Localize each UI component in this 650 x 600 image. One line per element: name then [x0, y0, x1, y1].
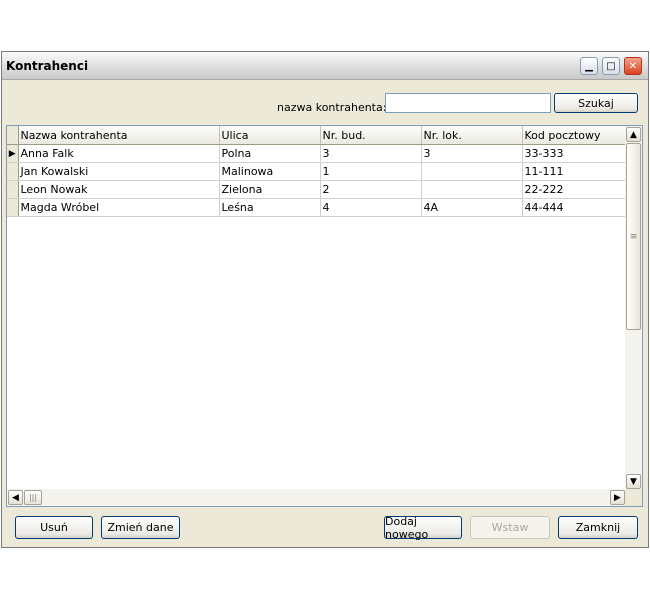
cell-ulica[interactable]: Zielona — [219, 180, 321, 199]
search-button[interactable]: Szukaj — [554, 93, 638, 113]
cell-nazwa[interactable]: Leon Nowak — [18, 180, 220, 199]
cell-kod-pocztowy[interactable]: 11-111 — [522, 162, 626, 181]
cell-nazwa[interactable]: Jan Kowalski — [18, 162, 220, 181]
column-header[interactable]: Ulica — [219, 126, 321, 145]
cell-ulica[interactable]: Polna — [219, 144, 321, 163]
cell-nr-lok[interactable]: 3 — [421, 144, 523, 163]
cell-kod-pocztowy[interactable]: 44-444 — [522, 198, 626, 217]
window-title: Kontrahenci — [6, 59, 89, 73]
cell-nr-lok[interactable] — [421, 180, 523, 199]
cell-nazwa[interactable]: Magda Wróbel — [18, 198, 220, 217]
vertical-scroll-thumb[interactable]: ≡ — [626, 143, 641, 330]
scroll-up-icon[interactable]: ▲ — [626, 127, 641, 142]
cell-ulica[interactable]: Malinowa — [219, 162, 321, 181]
table-row[interactable]: Jan Kowalski Malinowa 1 11-111 — [7, 162, 626, 181]
cell-nr-bud[interactable]: 1 — [320, 162, 422, 181]
minimize-icon[interactable]: ▁ — [580, 57, 598, 75]
kontrahenci-window: Kontrahenci ▁ □ ✕ nazwa kontrahenta: Szu… — [1, 51, 649, 548]
vertical-scrollbar[interactable]: ▲ ≡ ▼ — [625, 126, 642, 490]
row-header[interactable] — [7, 198, 19, 217]
scrollbar-corner — [625, 489, 642, 506]
current-row-indicator-icon[interactable]: ▶ — [7, 144, 19, 163]
column-header[interactable]: Nr. bud. — [320, 126, 422, 145]
insert-button: Wstaw — [470, 516, 550, 539]
title-bar[interactable]: Kontrahenci ▁ □ ✕ — [2, 52, 648, 80]
cell-nr-bud[interactable]: 3 — [320, 144, 422, 163]
cell-kod-pocztowy[interactable]: 22-222 — [522, 180, 626, 199]
scroll-right-icon[interactable]: ▶ — [610, 490, 625, 505]
close-button[interactable]: Zamknij — [558, 516, 638, 539]
contractors-table: Nazwa kontrahenta Ulica Nr. bud. Nr. lok… — [7, 126, 626, 217]
cell-kod-pocztowy[interactable]: 33-333 — [522, 144, 626, 163]
search-label: nazwa kontrahenta: — [277, 101, 387, 114]
cell-nr-bud[interactable]: 4 — [320, 198, 422, 217]
column-header[interactable]: Nazwa kontrahenta — [18, 126, 220, 145]
column-header[interactable]: Kod pocztowy — [522, 126, 626, 145]
column-header[interactable]: Nr. lok. — [421, 126, 523, 145]
cell-nazwa[interactable]: Anna Falk — [18, 144, 220, 163]
search-input[interactable] — [385, 93, 551, 113]
add-new-button[interactable]: Dodaj nowego — [384, 515, 462, 541]
search-bar: nazwa kontrahenta: Szukaj — [5, 82, 645, 122]
maximize-icon[interactable]: □ — [602, 57, 620, 75]
contractors-grid[interactable]: Nazwa kontrahenta Ulica Nr. bud. Nr. lok… — [6, 125, 643, 507]
header-row: Nazwa kontrahenta Ulica Nr. bud. Nr. lok… — [7, 126, 626, 145]
table-row[interactable]: ▶ Anna Falk Polna 3 3 33-333 — [7, 144, 626, 163]
table-row[interactable]: Magda Wróbel Leśna 4 4A 44-444 — [7, 198, 626, 217]
delete-button[interactable]: Usuń — [15, 516, 93, 539]
close-icon[interactable]: ✕ — [624, 57, 642, 75]
table-row[interactable]: Leon Nowak Zielona 2 22-222 — [7, 180, 626, 199]
row-header-corner — [7, 126, 19, 145]
horizontal-scroll-thumb[interactable]: ||| — [24, 490, 42, 505]
edit-button[interactable]: Zmień dane — [101, 516, 180, 539]
row-header[interactable] — [7, 162, 19, 181]
horizontal-scrollbar[interactable]: ◀ ||| ▶ — [7, 489, 626, 506]
cell-nr-lok[interactable] — [421, 162, 523, 181]
scroll-down-icon[interactable]: ▼ — [626, 474, 641, 489]
cell-ulica[interactable]: Leśna — [219, 198, 321, 217]
cell-nr-lok[interactable]: 4A — [421, 198, 523, 217]
scroll-left-icon[interactable]: ◀ — [8, 490, 23, 505]
cell-nr-bud[interactable]: 2 — [320, 180, 422, 199]
row-header[interactable] — [7, 180, 19, 199]
